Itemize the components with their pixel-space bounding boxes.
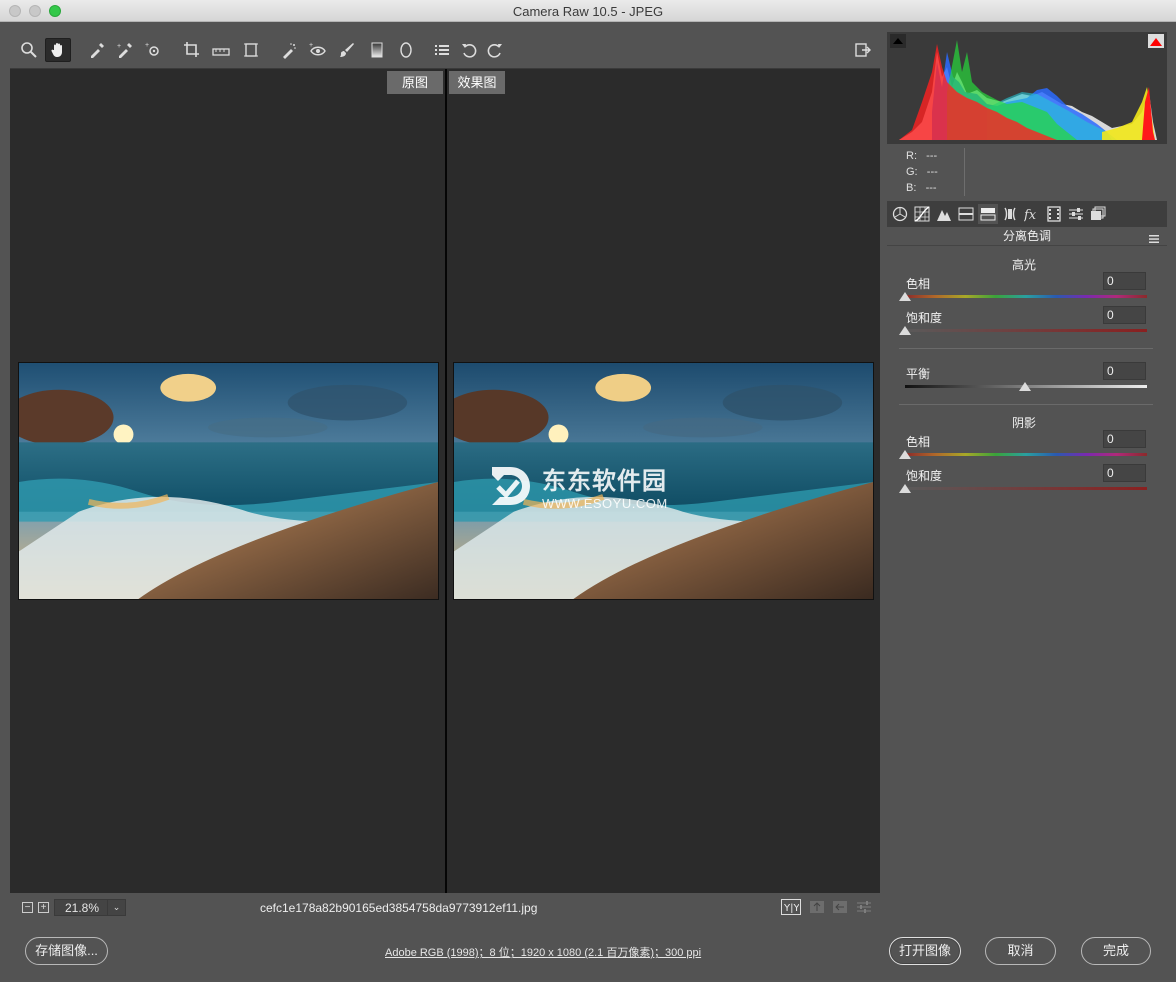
lens-corrections-tab-icon[interactable] [1000, 204, 1020, 224]
color-sampler-tool-icon[interactable]: + [112, 38, 138, 62]
file-name: cefc1e178a82b90165ed3854758da9773912ef11… [260, 901, 538, 915]
highlights-saturation-label: 饱和度 [906, 311, 943, 325]
balance-input[interactable]: 0 [1103, 362, 1146, 380]
balance-thumb[interactable] [1019, 382, 1031, 391]
watermark-logo-icon [492, 467, 530, 505]
after-image[interactable]: 东东软件园 WWW.ESOYU.COM [453, 362, 874, 600]
panel-title: 分离色调 [887, 227, 1167, 246]
highlights-hue-input[interactable]: 0 [1103, 272, 1146, 290]
highlights-hue-label: 色相 [906, 277, 931, 291]
shadows-saturation-label: 饱和度 [906, 469, 943, 483]
after-label: 效果图 [449, 71, 505, 94]
zoom-tool-icon[interactable] [16, 38, 42, 62]
straighten-tool-icon[interactable] [208, 38, 234, 62]
highlights-saturation-thumb[interactable] [899, 326, 911, 335]
svg-text:+: + [117, 43, 121, 50]
toggle-settings-icon[interactable] [854, 899, 874, 915]
crop-tool-icon[interactable] [179, 38, 205, 62]
red-eye-tool-icon[interactable]: + [305, 38, 331, 62]
spot-removal-tool-icon[interactable] [276, 38, 302, 62]
transform-tool-icon[interactable] [238, 38, 264, 62]
g-readout: G: --- [906, 166, 938, 178]
before-image[interactable] [18, 362, 439, 600]
svg-text:+: + [309, 42, 313, 49]
shadows-hue-input[interactable]: 0 [1103, 430, 1146, 448]
workflow-options-link[interactable]: Adobe RGB (1998)；8 位；1920 x 1080 (2.1 百万… [385, 944, 701, 960]
radial-filter-icon[interactable] [393, 38, 419, 62]
histogram [887, 32, 1167, 144]
watermark-main-text: 东东软件园 [542, 468, 667, 495]
status-bar: − + 21.8% ⌄ cefc1e178a82b90165ed3854758d… [10, 893, 880, 921]
image-preview-area[interactable]: 原图 效果图 东东软件园 WWW.ESOYU.COM [10, 69, 880, 893]
basic-tab-icon[interactable] [890, 204, 910, 224]
rgb-readout: R: --- G: --- B: --- [887, 146, 1167, 200]
r-readout: R: --- [906, 150, 938, 162]
title-bar: Camera Raw 10.5 - JPEG [0, 0, 1176, 22]
shadows-hue-label: 色相 [906, 435, 931, 449]
highlights-hue-slider[interactable] [905, 295, 1147, 298]
rotate-left-icon[interactable] [456, 38, 482, 62]
svg-text:fx: fx [1024, 208, 1037, 222]
cancel-button[interactable]: 取消 [985, 937, 1056, 965]
shadows-hue-slider[interactable] [905, 453, 1147, 456]
compare-divider [445, 69, 447, 893]
presets-tab-icon[interactable] [1066, 204, 1086, 224]
svg-text:Y|Y: Y|Y [783, 903, 799, 913]
done-button[interactable]: 完成 [1081, 937, 1151, 965]
copy-settings-icon[interactable] [830, 899, 850, 915]
shadows-saturation-slider[interactable] [905, 487, 1147, 490]
watermark-sub-text: WWW.ESOYU.COM [542, 496, 668, 511]
adjustment-brush-icon[interactable] [334, 38, 360, 62]
calibration-tab-icon[interactable] [1044, 204, 1064, 224]
swap-settings-icon[interactable] [807, 899, 827, 915]
white-balance-tool-icon[interactable] [84, 38, 110, 62]
shadows-hue-thumb[interactable] [899, 450, 911, 459]
shadows-header: 阴影 [1011, 416, 1036, 430]
rotate-right-icon[interactable] [482, 38, 508, 62]
shadow-clipping-warning-icon[interactable] [890, 34, 906, 48]
highlights-saturation-slider[interactable] [905, 329, 1147, 332]
panel-menu-icon[interactable] [1149, 231, 1159, 243]
highlights-hue-thumb[interactable] [899, 292, 911, 301]
zoom-out-button[interactable]: − [22, 902, 33, 913]
shadows-saturation-input[interactable]: 0 [1103, 464, 1146, 482]
readout-divider [964, 148, 965, 196]
section-divider [899, 404, 1153, 405]
panel-tabs: fx [887, 201, 1167, 227]
watermark: 东东软件园 WWW.ESOYU.COM [484, 461, 668, 511]
zoom-level-select[interactable]: 21.8% ⌄ [54, 899, 126, 916]
hand-tool-icon[interactable] [45, 38, 71, 62]
balance-label: 平衡 [906, 367, 931, 381]
tone-curve-tab-icon[interactable] [912, 204, 932, 224]
section-divider [899, 348, 1153, 349]
hsl-tab-icon[interactable] [956, 204, 976, 224]
before-label: 原图 [387, 71, 443, 94]
snapshots-tab-icon[interactable] [1088, 204, 1108, 224]
shadows-saturation-thumb[interactable] [899, 484, 911, 493]
preferences-list-icon[interactable] [429, 38, 455, 62]
svg-text:+: + [145, 42, 149, 49]
highlights-header: 高光 [1011, 258, 1036, 272]
zoom-in-button[interactable]: + [38, 902, 49, 913]
effects-tab-icon[interactable]: fx [1022, 204, 1042, 224]
open-image-button[interactable]: 打开图像 [889, 937, 961, 965]
highlights-saturation-input[interactable]: 0 [1103, 306, 1146, 324]
zoom-level-value: 21.8% [65, 901, 100, 915]
detail-tab-icon[interactable] [934, 204, 954, 224]
graduated-filter-icon[interactable] [364, 38, 390, 62]
targeted-adjustment-tool-icon[interactable]: + [141, 38, 167, 62]
b-readout: B: --- [906, 182, 937, 194]
before-after-view-icon[interactable]: Y|Y [781, 899, 801, 915]
fullscreen-toggle-icon[interactable] [850, 38, 876, 62]
toolbar: + + + [10, 32, 880, 69]
highlight-clipping-warning-icon[interactable] [1148, 34, 1164, 48]
save-image-button[interactable]: 存储图像... [25, 937, 108, 965]
split-toning-tab-icon[interactable] [978, 204, 998, 224]
window-title: Camera Raw 10.5 - JPEG [512, 4, 664, 19]
chevron-down-icon[interactable]: ⌄ [107, 900, 125, 915]
